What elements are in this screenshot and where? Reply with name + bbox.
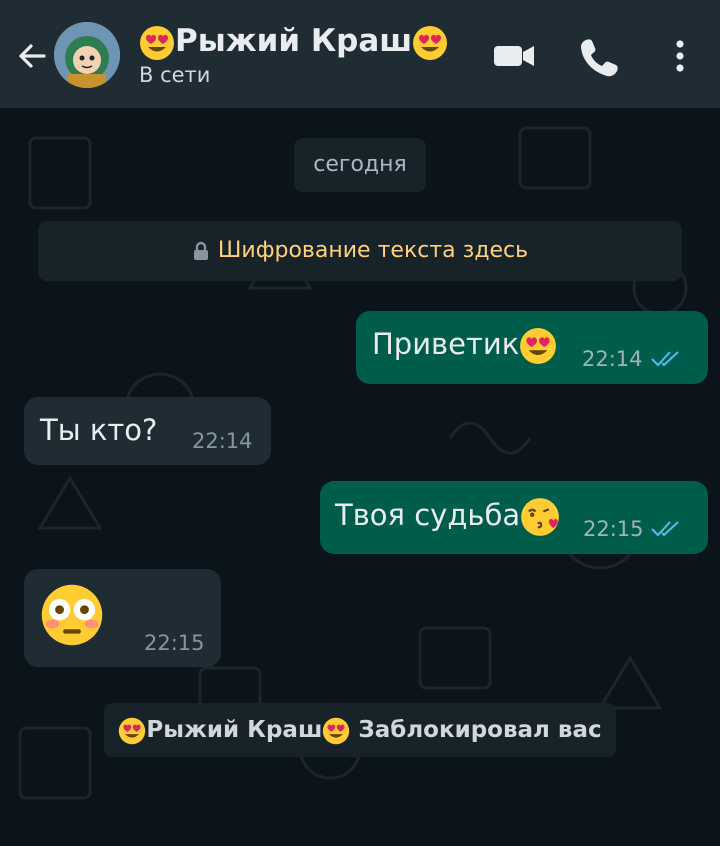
message-time: 22:15 [144,631,205,655]
kissing-heart-emoji [521,498,560,536]
heart-eyes-emoji [323,717,350,744]
blocked-notice-text: Заблокировал вас [358,717,602,743]
message-time: 22:15 [583,517,644,541]
message-text: Твоя судьба [335,497,560,537]
message-bubble-outgoing[interactable]: Приветик 22:14 [356,311,708,384]
encryption-notice[interactable]: Шифрование текста здесь [38,221,682,281]
blocked-system-notice: Рыжий Краш Заблокировал вас [104,703,616,757]
message-time: 22:14 [192,429,253,453]
heart-eyes-emoji [140,25,174,60]
chat-header: Рыжий Краш В сети [0,0,720,108]
encryption-notice-text: Шифрование текста здесь [217,238,529,263]
double-check-icon [651,351,679,367]
online-status: В сети [139,63,211,87]
message-text: Приветик [372,327,557,365]
heart-eyes-emoji [413,25,448,60]
heart-eyes-emoji [520,328,557,364]
more-vert-icon[interactable] [658,34,702,78]
flushed-face-emoji [41,584,103,646]
arrow-left-icon[interactable] [14,38,50,74]
blocked-notice-name: Рыжий Краш [146,717,323,743]
video-call-icon[interactable] [492,34,536,78]
contact-name-text: Рыжий Краш [175,23,413,59]
double-check-icon [651,521,679,537]
message-bubble-incoming[interactable]: Ты кто? 22:14 [24,397,271,465]
avatar[interactable] [54,22,120,88]
contact-name[interactable]: Рыжий Краш [139,20,448,62]
message-bubble-incoming[interactable]: 22:15 [24,569,221,667]
message-text: Ты кто? [40,413,158,447]
date-divider: сегодня [294,138,426,192]
heart-eyes-emoji [119,717,146,744]
message-bubble-outgoing[interactable]: Твоя судьба 22:15 [320,481,708,554]
message-time: 22:14 [582,347,643,371]
lock-icon [193,241,208,260]
phone-icon[interactable] [576,34,620,78]
